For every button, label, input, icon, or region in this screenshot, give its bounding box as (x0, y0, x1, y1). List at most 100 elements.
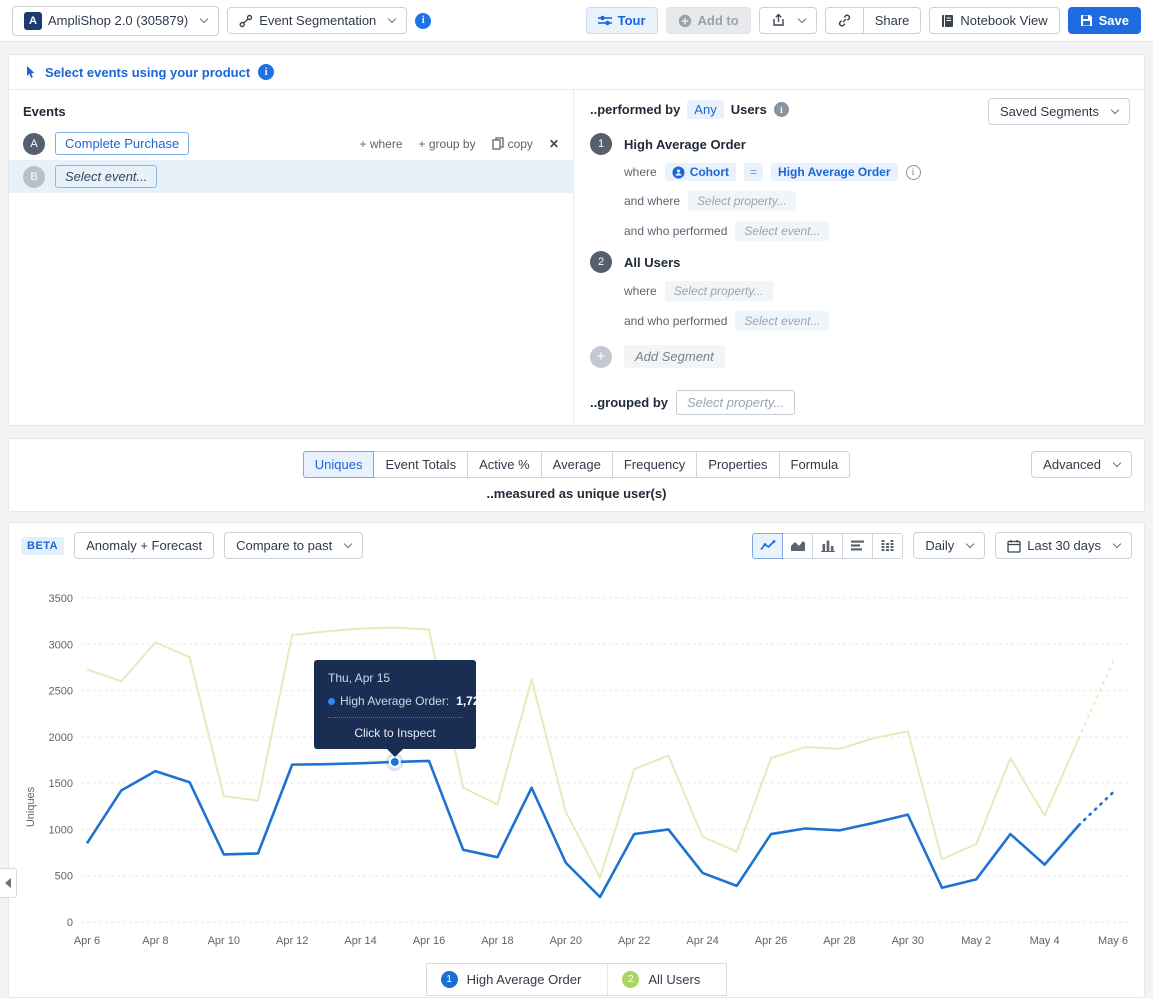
collapse-panel-button[interactable] (0, 868, 17, 898)
event-row-a[interactable]: A Complete Purchase + where + group by c… (9, 127, 573, 160)
saved-segments-button[interactable]: Saved Segments (988, 98, 1130, 125)
chart-area[interactable]: Uniques 0500100015002000250030003500Apr … (9, 563, 1144, 961)
area-chart-button[interactable] (782, 533, 813, 559)
info-icon[interactable]: i (415, 13, 431, 29)
interval-button[interactable]: Daily (913, 532, 985, 559)
notebook-icon (941, 14, 954, 28)
tab-average[interactable]: Average (541, 451, 613, 478)
event-select-b[interactable]: Select event... (55, 165, 157, 188)
stacked-chart-icon (880, 539, 895, 552)
advanced-button[interactable]: Advanced (1031, 451, 1132, 478)
svg-text:Apr 6: Apr 6 (74, 935, 100, 947)
chevron-down-icon (966, 539, 974, 547)
event-select-a[interactable]: Complete Purchase (55, 132, 189, 155)
any-selector[interactable]: Any (687, 100, 723, 119)
tab-formula[interactable]: Formula (779, 451, 851, 478)
svg-text:2000: 2000 (49, 732, 73, 744)
svg-text:500: 500 (55, 871, 73, 883)
copy-event-button[interactable]: copy (492, 137, 533, 151)
notebook-view-button[interactable]: Notebook View (929, 7, 1059, 34)
y-axis-label: Uniques (25, 787, 37, 827)
grouped-by-input[interactable]: Select property... (676, 390, 795, 415)
legend-label: High Average Order (467, 972, 582, 987)
info-icon[interactable]: i (774, 102, 789, 117)
line-chart-button[interactable] (752, 533, 783, 559)
sliders-icon (598, 14, 612, 27)
copy-link-button[interactable] (825, 7, 864, 34)
segment-2-name[interactable]: All Users (624, 255, 680, 270)
where-label: where (624, 284, 657, 298)
add-to-button[interactable]: Add to (666, 7, 751, 34)
export-icon (771, 13, 786, 28)
operator-chip[interactable]: = (744, 163, 763, 181)
measurement-tabs: UniquesEvent TotalsActive %AverageFreque… (303, 451, 850, 478)
remove-event-button[interactable]: ✕ (549, 137, 559, 151)
area-chart-icon (790, 539, 806, 552)
info-icon[interactable]: i (906, 165, 921, 180)
stacked-chart-button[interactable] (872, 533, 903, 559)
legend-item-all-users[interactable]: 2 All Users (607, 964, 726, 995)
anomaly-forecast-button[interactable]: Anomaly + Forecast (74, 532, 214, 559)
select-event-chip[interactable]: Select event... (735, 221, 829, 241)
who-performed-label: and who performed (624, 314, 727, 328)
cohort-value-chip[interactable]: High Average Order (771, 163, 897, 181)
tab-uniques[interactable]: Uniques (303, 451, 375, 478)
project-selector[interactable]: A AmpliShop 2.0 (305879) (12, 6, 219, 36)
tab-event-totals[interactable]: Event Totals (373, 451, 468, 478)
info-icon[interactable]: i (258, 64, 274, 80)
cohort-property-chip[interactable]: Cohort (665, 163, 736, 181)
svg-text:0: 0 (67, 917, 73, 929)
bar-chart-button[interactable] (812, 533, 843, 559)
segment-1-name[interactable]: High Average Order (624, 137, 746, 152)
plus-circle-icon (678, 14, 692, 28)
interval-label: Daily (925, 538, 954, 553)
tour-button[interactable]: Tour (586, 7, 658, 34)
tab-frequency[interactable]: Frequency (612, 451, 697, 478)
add-segment-button[interactable]: Add Segment (624, 345, 725, 368)
copy-icon (492, 137, 504, 150)
where-label: where (624, 165, 657, 179)
export-button[interactable] (759, 7, 817, 34)
cursor-click-icon (23, 65, 37, 80)
compare-to-past-button[interactable]: Compare to past (224, 532, 363, 559)
performed-by-label: ..performed by (590, 102, 680, 117)
tooltip-value: 1,729 (456, 694, 486, 708)
horizontal-bar-button[interactable] (842, 533, 873, 559)
advanced-label: Advanced (1043, 457, 1101, 472)
save-button[interactable]: Save (1068, 7, 1141, 34)
who-performed-label: and who performed (624, 224, 727, 238)
tab-properties[interactable]: Properties (696, 451, 779, 478)
calendar-icon (1007, 539, 1021, 553)
tab-active-[interactable]: Active % (467, 451, 542, 478)
svg-text:May 2: May 2 (961, 935, 991, 947)
legend-badge-1: 1 (441, 971, 458, 988)
series-dot-icon (328, 698, 335, 705)
chevron-down-icon (797, 14, 805, 22)
segment-1: 1 High Average Order where Cohort = High… (590, 133, 1128, 241)
add-group-by-button[interactable]: + group by (419, 137, 476, 151)
analysis-type-selector[interactable]: Event Segmentation (227, 7, 407, 34)
segment-2-badge: 2 (590, 251, 612, 273)
tooltip-series: High Average Order: (340, 694, 449, 708)
svg-text:3000: 3000 (49, 639, 73, 651)
select-property-chip[interactable]: Select property... (688, 191, 796, 211)
chart-type-switcher (752, 533, 903, 559)
chart-tooltip: Thu, Apr 15 High Average Order: 1,729 Cl… (314, 660, 476, 749)
save-icon (1080, 14, 1093, 27)
add-where-button[interactable]: + where (360, 137, 403, 151)
tour-label: Tour (618, 13, 646, 28)
date-range-button[interactable]: Last 30 days (995, 532, 1132, 559)
tooltip-inspect-action[interactable]: Click to Inspect (328, 726, 462, 740)
share-button[interactable]: Share (863, 7, 922, 34)
beta-badge: BETA (21, 537, 64, 555)
select-event-chip[interactable]: Select event... (735, 311, 829, 331)
grouped-by-label: ..grouped by (590, 395, 668, 410)
collapse-left-icon (4, 877, 12, 889)
event-row-b[interactable]: B Select event... (9, 160, 573, 193)
legend-item-high-average-order[interactable]: 1 High Average Order (427, 964, 608, 995)
chart-card: BETA Anomaly + Forecast Compare to past (8, 522, 1145, 998)
select-events-link[interactable]: Select events using your product (45, 65, 250, 80)
select-property-chip[interactable]: Select property... (665, 281, 773, 301)
add-segment-plus-icon[interactable]: + (590, 346, 612, 368)
line-chart[interactable]: 0500100015002000250030003500Apr 6Apr 8Ap… (9, 563, 1144, 958)
